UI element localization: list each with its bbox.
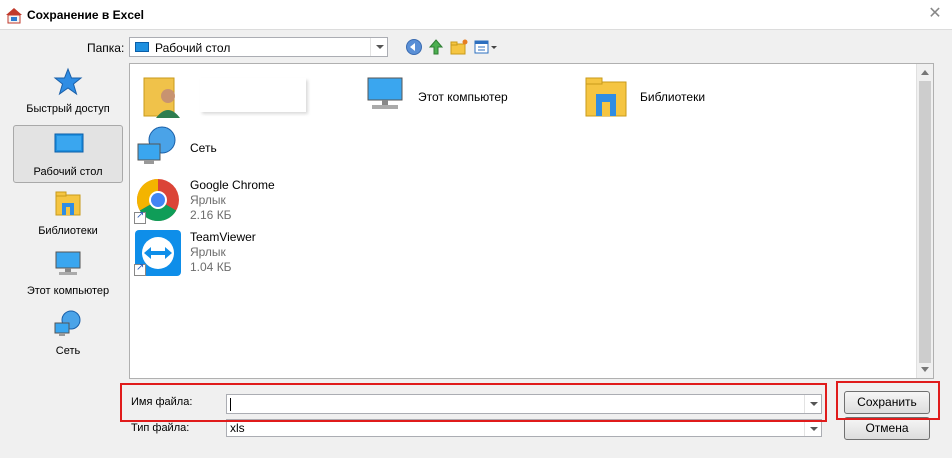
folder-label: Папка: bbox=[87, 41, 125, 55]
file-size: 2.16 КБ bbox=[190, 208, 232, 222]
cancel-button[interactable]: Отмена bbox=[844, 417, 930, 440]
star-icon bbox=[53, 67, 83, 96]
file-size: 1.04 КБ bbox=[190, 260, 232, 274]
chevron-down-icon[interactable] bbox=[370, 38, 387, 56]
file-name: Сеть bbox=[190, 141, 217, 155]
list-item-user-folder[interactable] bbox=[140, 72, 310, 122]
folder-value: Рабочий стол bbox=[155, 41, 231, 55]
file-name: TeamViewer bbox=[190, 230, 256, 244]
libraries-icon bbox=[585, 77, 627, 117]
vertical-scrollbar[interactable] bbox=[916, 64, 933, 378]
desktop-icon bbox=[135, 42, 149, 52]
filetype-value: xls bbox=[230, 421, 245, 435]
scroll-thumb[interactable] bbox=[919, 81, 931, 363]
filename-highlight bbox=[120, 383, 827, 422]
list-item-chrome[interactable]: Google Chrome Ярлык 2.16 КБ bbox=[132, 176, 332, 226]
list-item-teamviewer[interactable]: TeamViewer Ярлык 1.04 КБ bbox=[132, 228, 332, 278]
network-icon bbox=[54, 310, 81, 336]
scroll-up-icon[interactable] bbox=[921, 70, 929, 75]
places-sidebar: Быстрый доступ Рабочий стол Библиотеки Э… bbox=[9, 63, 126, 379]
place-quick-access[interactable]: Быстрый доступ bbox=[13, 63, 123, 121]
list-item-libraries[interactable]: Библиотеки bbox=[582, 72, 762, 122]
file-name: Google Chrome bbox=[190, 178, 275, 192]
libraries-icon bbox=[55, 191, 81, 216]
desktop-icon bbox=[54, 133, 84, 153]
user-folder-icon bbox=[143, 77, 180, 118]
place-this-pc[interactable]: Этот компьютер bbox=[13, 245, 123, 303]
list-item-this-pc[interactable]: Этот компьютер bbox=[360, 72, 540, 122]
place-network[interactable]: Сеть bbox=[13, 305, 123, 363]
place-libraries[interactable]: Библиотеки bbox=[13, 185, 123, 243]
file-type: Ярлык bbox=[190, 245, 226, 259]
network-icon bbox=[137, 126, 176, 164]
place-label: Библиотеки bbox=[38, 225, 98, 237]
up-folder-icon[interactable] bbox=[427, 38, 445, 56]
file-name: Библиотеки bbox=[640, 90, 706, 104]
computer-icon bbox=[367, 77, 403, 109]
title-bar: Сохранение в Excel ✕ bbox=[0, 0, 952, 30]
filetype-label: Тип файла: bbox=[131, 422, 190, 434]
shortcut-arrow-icon bbox=[134, 210, 146, 224]
list-item-network[interactable]: Сеть bbox=[132, 124, 312, 174]
window-title: Сохранение в Excel bbox=[27, 8, 144, 22]
close-icon[interactable]: ✕ bbox=[926, 5, 944, 23]
back-icon[interactable] bbox=[405, 38, 423, 56]
file-list[interactable]: Этот компьютер Библиотеки Сеть Google Ch… bbox=[129, 63, 934, 379]
place-label: Сеть bbox=[55, 345, 81, 357]
place-label: Рабочий стол bbox=[33, 166, 103, 178]
view-menu-icon[interactable] bbox=[473, 38, 499, 56]
place-label: Этот компьютер bbox=[26, 285, 110, 297]
computer-icon bbox=[55, 251, 81, 275]
file-type: Ярлык bbox=[190, 193, 226, 207]
save-highlight bbox=[836, 381, 940, 420]
file-name-blank bbox=[200, 78, 306, 112]
file-name: Этот компьютер bbox=[418, 90, 508, 104]
shortcut-arrow-icon bbox=[134, 262, 146, 276]
place-desktop[interactable]: Рабочий стол bbox=[13, 125, 123, 183]
scroll-down-icon[interactable] bbox=[921, 367, 929, 372]
chevron-down-icon[interactable] bbox=[804, 420, 821, 436]
new-folder-icon[interactable] bbox=[450, 38, 468, 56]
app-icon bbox=[6, 8, 22, 24]
folder-dropdown[interactable]: Рабочий стол bbox=[129, 37, 388, 57]
place-label: Быстрый доступ bbox=[26, 103, 110, 115]
